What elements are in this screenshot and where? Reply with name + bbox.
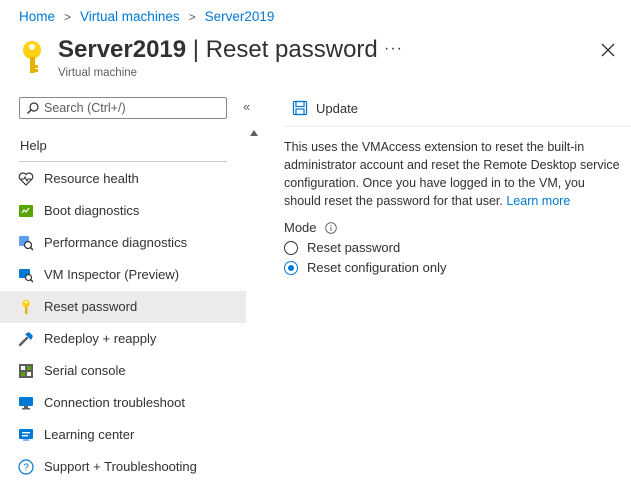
radio-button[interactable] <box>284 260 298 275</box>
sidebar-item-label: Performance diagnostics <box>44 235 188 250</box>
sidebar-item-performance-diagnostics[interactable]: Performance diagnostics <box>0 227 246 259</box>
mode-label-text: Mode <box>284 220 317 235</box>
description-text: This uses the VMAccess extension to rese… <box>284 138 624 210</box>
serial-console-icon <box>19 364 33 378</box>
sidebar-item-label: Reset password <box>44 299 138 314</box>
breadcrumb-home[interactable]: Home <box>19 9 55 24</box>
page-subtitle: Virtual machine <box>58 67 138 79</box>
sidebar-item-connection-troubleshoot[interactable]: Connection troubleshoot <box>0 387 246 419</box>
question-icon: ? <box>18 459 34 475</box>
sidebar-item-learning-center[interactable]: Learning center <box>0 419 246 451</box>
breadcrumb: Home > Virtual machines > Server2019 <box>19 9 274 24</box>
divider <box>19 161 227 162</box>
sidebar-item-boot-diagnostics[interactable]: Boot diagnostics <box>0 195 246 227</box>
sidebar-item-label: Learning center <box>44 427 135 442</box>
hammer-icon <box>18 332 33 347</box>
sidebar-item-label: Support + Troubleshooting <box>44 459 197 474</box>
learn-more-link[interactable]: Learn more <box>506 194 570 208</box>
scroll-up-arrow[interactable] <box>250 130 258 136</box>
radio-label: Reset password <box>307 240 401 255</box>
page-title-blade: | Reset password <box>186 36 378 63</box>
more-options-button[interactable]: ··· <box>384 40 403 58</box>
vm-inspector-icon <box>19 269 34 283</box>
chevron-right-icon: > <box>64 9 72 24</box>
sidebar: Help Resource health Boot diagnostics Pe… <box>0 128 248 487</box>
search-icon <box>27 102 39 114</box>
sidebar-item-label: Resource health <box>44 171 139 186</box>
radio-reset-configuration-only[interactable]: Reset configuration only <box>284 260 446 275</box>
sidebar-item-label: Boot diagnostics <box>44 203 140 218</box>
boot-diagnostics-icon <box>19 205 33 217</box>
key-icon <box>23 41 41 73</box>
sidebar-section-help: Help <box>20 138 47 153</box>
svg-text:?: ? <box>23 463 29 474</box>
heart-icon <box>18 172 34 186</box>
search-input[interactable] <box>44 99 222 117</box>
learning-center-icon <box>19 429 33 441</box>
info-icon[interactable] <box>324 221 337 234</box>
search-box[interactable] <box>19 97 227 119</box>
sidebar-item-label: Connection troubleshoot <box>44 395 185 410</box>
update-button[interactable]: Update <box>292 100 358 116</box>
sidebar-item-reset-password[interactable]: Reset password <box>0 291 246 323</box>
sidebar-item-label: Redeploy + reapply <box>44 331 157 346</box>
sidebar-item-serial-console[interactable]: Serial console <box>0 355 246 387</box>
breadcrumb-virtual-machines[interactable]: Virtual machines <box>80 9 180 24</box>
close-icon[interactable] <box>598 40 618 60</box>
key-icon <box>22 299 30 314</box>
page-title: Server2019 | Reset password <box>58 36 378 64</box>
sidebar-item-label: VM Inspector (Preview) <box>44 267 180 282</box>
update-button-label: Update <box>316 100 358 116</box>
page-header: Server2019 | Reset password Virtual mach… <box>20 36 620 84</box>
radio-button[interactable] <box>284 240 298 255</box>
divider <box>284 126 631 127</box>
sidebar-item-redeploy-reapply[interactable]: Redeploy + reapply <box>0 323 246 355</box>
chevron-right-icon: > <box>188 9 196 24</box>
sidebar-item-label: Serial console <box>44 363 126 378</box>
performance-diagnostics-icon <box>19 236 34 251</box>
breadcrumb-server[interactable]: Server2019 <box>205 9 275 24</box>
collapse-sidebar-button[interactable]: « <box>243 99 250 114</box>
mode-label: Mode <box>284 220 337 235</box>
radio-reset-password[interactable]: Reset password <box>284 240 400 255</box>
radio-label: Reset configuration only <box>307 260 447 275</box>
sidebar-item-support-troubleshooting[interactable]: ? Support + Troubleshooting <box>0 451 246 483</box>
sidebar-item-vm-inspector[interactable]: VM Inspector (Preview) <box>0 259 246 291</box>
sidebar-item-resource-health[interactable]: Resource health <box>0 163 246 195</box>
page-title-resource: Server2019 <box>58 36 187 63</box>
connection-troubleshoot-icon <box>19 397 33 410</box>
save-icon <box>292 100 308 116</box>
